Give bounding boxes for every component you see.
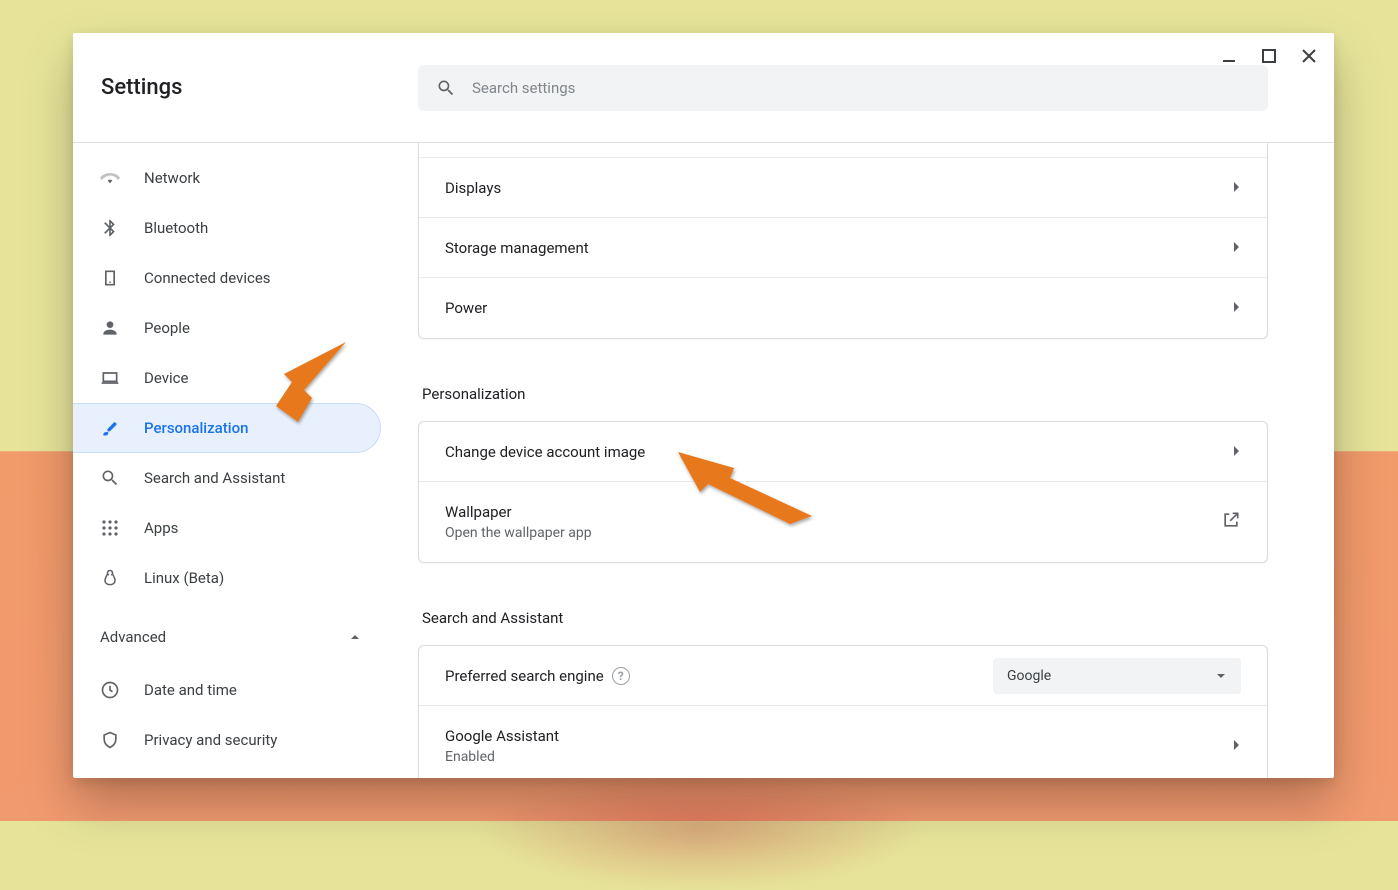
shield-icon [100, 730, 120, 750]
maximize-button[interactable] [1260, 47, 1278, 65]
penguin-icon [100, 568, 120, 588]
row-displays[interactable]: Displays [419, 158, 1267, 218]
sidebar-item-linux[interactable]: Linux (Beta) [73, 553, 383, 603]
sidebar-item-device[interactable]: Device [73, 353, 383, 403]
sidebar-item-label: Date and time [144, 681, 237, 699]
row-power[interactable]: Power [419, 278, 1267, 338]
card-row-cut [419, 143, 1267, 158]
chevron-right-icon [1231, 443, 1241, 461]
open-external-icon [1221, 510, 1241, 534]
row-wallpaper[interactable]: Wallpaper Open the wallpaper app [419, 482, 1267, 562]
sidebar-item-personalization[interactable]: Personalization [73, 403, 381, 453]
help-icon[interactable]: ? [612, 667, 630, 685]
row-preferred-search-engine: Preferred search engine ? Google [419, 646, 1267, 706]
chevron-up-icon [349, 631, 361, 643]
sidebar-item-label: Bluetooth [144, 219, 208, 237]
row-change-device-account-image[interactable]: Change device account image [419, 422, 1267, 482]
chevron-right-icon [1231, 299, 1241, 317]
search-icon [100, 468, 120, 488]
search-icon [436, 78, 456, 98]
section-title-personalization: Personalization [418, 359, 1268, 421]
search-input[interactable]: Search settings [418, 65, 1268, 111]
settings-window: Settings Search settings Network Bluetoo… [73, 33, 1334, 778]
select-value: Google [1007, 668, 1051, 684]
sidebar-item-label: Linux (Beta) [144, 569, 224, 587]
search-engine-select[interactable]: Google [993, 658, 1241, 694]
window-controls [1220, 47, 1318, 65]
row-sublabel: Open the wallpaper app [445, 525, 592, 541]
sidebar: Network Bluetooth Connected devices Peop… [73, 143, 383, 778]
sidebar-item-label: Device [144, 369, 188, 387]
row-label: Change device account image [445, 443, 645, 461]
search-placeholder: Search settings [472, 79, 575, 97]
sidebar-item-connected-devices[interactable]: Connected devices [73, 253, 383, 303]
devices-icon [100, 268, 120, 288]
row-label: Power [445, 299, 487, 317]
sidebar-item-label: Network [144, 169, 200, 187]
row-sublabel: Enabled [445, 749, 559, 765]
sidebar-item-label: Apps [144, 519, 178, 537]
wifi-icon [100, 168, 120, 188]
sidebar-item-date-time[interactable]: Date and time [73, 665, 383, 715]
sidebar-item-search-assistant[interactable]: Search and Assistant [73, 453, 383, 503]
chevron-right-icon [1231, 239, 1241, 257]
sidebar-item-bluetooth[interactable]: Bluetooth [73, 203, 383, 253]
row-label: Displays [445, 179, 501, 197]
row-label: Storage management [445, 239, 589, 257]
close-button[interactable] [1300, 47, 1318, 65]
clock-icon [100, 680, 120, 700]
row-google-assistant[interactable]: Google Assistant Enabled [419, 706, 1267, 778]
advanced-label: Advanced [100, 628, 166, 646]
sidebar-item-label: Privacy and security [144, 731, 277, 749]
row-label: Wallpaper [445, 503, 592, 521]
sidebar-advanced-toggle[interactable]: Advanced [73, 609, 383, 665]
section-title-search-assistant: Search and Assistant [418, 583, 1268, 645]
chevron-down-icon [1215, 670, 1227, 682]
person-icon [100, 318, 120, 338]
sidebar-item-label: Search and Assistant [144, 469, 285, 487]
sidebar-item-network[interactable]: Network [73, 153, 383, 203]
row-storage-management[interactable]: Storage management [419, 218, 1267, 278]
page-title: Settings [73, 75, 418, 100]
row-label: Google Assistant [445, 727, 559, 745]
bluetooth-icon [100, 218, 120, 238]
row-label: Preferred search engine [445, 667, 604, 685]
main-content: Displays Storage management Power Person… [383, 143, 1334, 778]
laptop-icon [100, 368, 120, 388]
sidebar-item-privacy-security[interactable]: Privacy and security [73, 715, 383, 765]
sidebar-item-label: Connected devices [144, 269, 271, 287]
chevron-right-icon [1231, 179, 1241, 197]
minimize-button[interactable] [1220, 47, 1238, 65]
sidebar-item-label: Personalization [144, 419, 248, 437]
chevron-right-icon [1231, 737, 1241, 755]
sidebar-item-apps[interactable]: Apps [73, 503, 383, 553]
grid-icon [100, 518, 120, 538]
brush-icon [100, 418, 120, 438]
sidebar-item-people[interactable]: People [73, 303, 383, 353]
sidebar-item-label: People [144, 319, 190, 337]
